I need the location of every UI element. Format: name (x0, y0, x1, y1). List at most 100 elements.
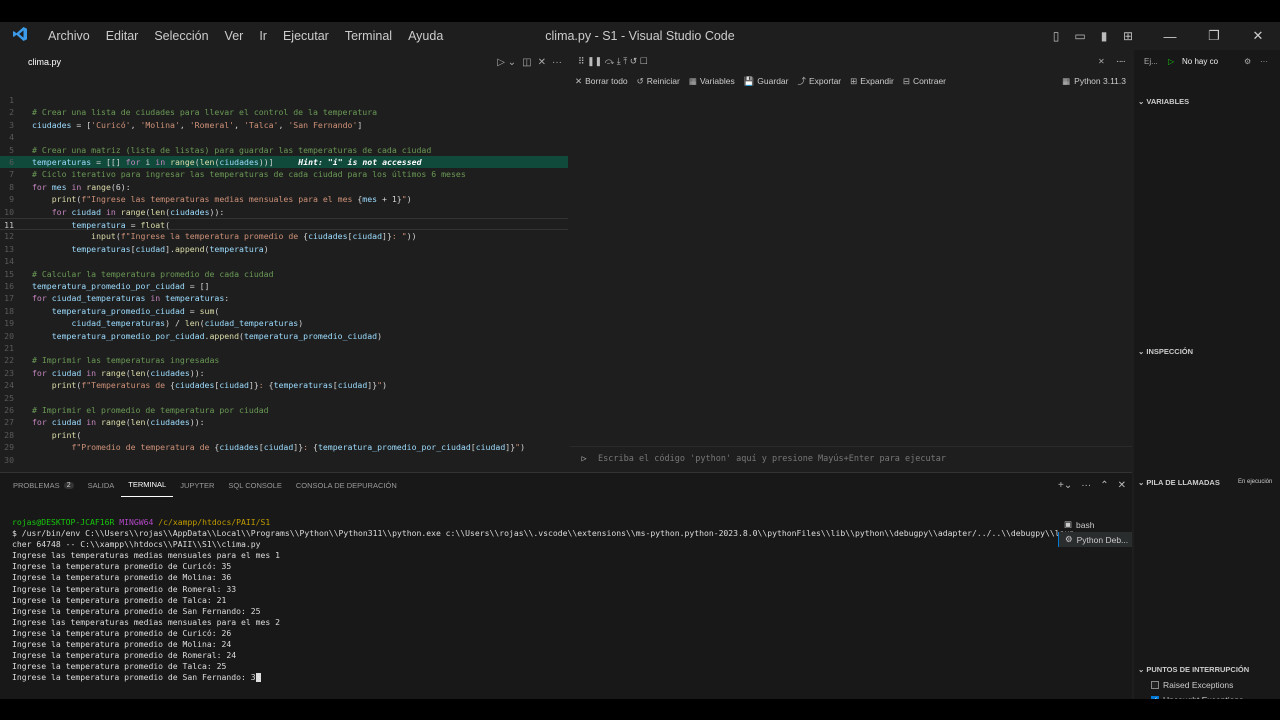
code-token: 'Molina' (140, 119, 180, 130)
code-token: print (51, 429, 77, 440)
tab-salida[interactable]: SALIDA (81, 473, 122, 497)
code-text: print(f"Temperaturas de {ciudades[ciudad… (32, 379, 387, 391)
close-window-button[interactable]: ✕ (1236, 22, 1280, 50)
panel-tab-label: JUPYTER (180, 480, 215, 490)
terminal-list-item[interactable]: ⚙ Python Deb... (1058, 532, 1132, 547)
terminal-command: $ /usr/bin/env C:\\Users\\rojas\\AppData… (12, 528, 1075, 539)
breakpoints-header: PUNTOS DE INTERRUPCIÓN (1146, 665, 1250, 674)
code-token: in (155, 157, 166, 167)
more-actions-icon[interactable]: ··· (552, 57, 562, 68)
code-token: , (234, 119, 244, 130)
tab-jupyter[interactable]: JUPYTER (173, 473, 221, 497)
debug-toolbar-icons[interactable]: ⠿ ❚❚ ⤼ ⤓ ⤒ ↺ ☐ (578, 56, 648, 67)
menu-item-ver[interactable]: Ver (217, 29, 252, 43)
code-token: f"Temperaturas de (81, 380, 171, 391)
menu-item-ayuda[interactable]: Ayuda (400, 29, 451, 43)
menu-item-ir[interactable]: Ir (251, 29, 275, 43)
toolbar-expandir-button[interactable]: ⊞ Expandir (850, 76, 894, 87)
toolbar-reiniciar-button[interactable]: ↺ Reiniciar (637, 76, 680, 87)
watch-section[interactable]: ⌄ INSPECCIÓN (1138, 347, 1193, 356)
menu-item-terminal[interactable]: Terminal (337, 29, 400, 43)
toolbar-label: Exportar (809, 76, 842, 86)
code-line: 9 print(f"Ingrese las temperaturas media… (0, 193, 568, 205)
code-token: # Ciclo iterativo para ingresar las temp… (32, 169, 466, 180)
interactive-input[interactable]: ▷ Escriba el código 'python' aquí y pres… (570, 446, 1132, 470)
customize-layout-icon[interactable]: ⊞ (1116, 22, 1140, 50)
run-python-icon[interactable]: ▷ ⌄ (497, 57, 516, 68)
toolbar-icon: ↺ (636, 75, 644, 86)
toolbar-guardar-button[interactable]: 💾 Guardar (744, 76, 789, 87)
toggle-secondary-sidebar-icon[interactable]: ▮ (1092, 22, 1116, 50)
tab-sql-console[interactable]: SQL CONSOLE (221, 473, 289, 497)
restore-button[interactable]: ❐ (1192, 22, 1236, 50)
breakpoint-checkbox[interactable]: ✓ (1151, 695, 1159, 699)
kernel-picker[interactable]: ▦ Python 3.11.3 (1062, 72, 1126, 90)
toolbar-icon: 💾 (743, 75, 755, 86)
terminal-line: Ingrese la temperatura promedio de San F… (12, 606, 1052, 617)
toggle-primary-sidebar-icon[interactable]: ▯ (1044, 22, 1068, 50)
terminal-text: Ingrese la temperatura promedio de Curic… (12, 561, 232, 572)
code-token: temperatura_promedio_por_ciudad (32, 281, 185, 291)
variables-section[interactable]: ⌄ VARIABLES (1138, 97, 1189, 106)
tab-consola-de-depuración[interactable]: CONSOLA DE DEPURACIÓN (289, 473, 404, 497)
code-token: ]} (248, 380, 259, 391)
toolbar-borrar-todo-button[interactable]: ✕ Borrar todo (575, 76, 628, 87)
start-debugging-icon[interactable]: ▷ (1168, 57, 1174, 66)
code-token: range (170, 157, 195, 167)
toolbar-exportar-button[interactable]: ⤴ Exportar (797, 75, 841, 87)
code-token: temperatura (71, 220, 126, 230)
debug-config-select[interactable]: No hay co (1182, 57, 1218, 66)
new-terminal-icon[interactable]: +⌄ (1058, 480, 1072, 491)
debug-settings-icon[interactable]: ⚙ (1244, 57, 1251, 66)
tab-clima-py[interactable]: clima.py (0, 50, 71, 74)
breakpoints-section[interactable]: ⌄ PUNTOS DE INTERRUPCIÓN (1138, 665, 1249, 674)
breakpoint-item[interactable]: ✓ Uncaught Exceptions (1151, 695, 1243, 699)
maximize-panel-icon[interactable]: ⌃ (1100, 480, 1108, 491)
toolbar-contraer-button[interactable]: ⊟ Contraer (903, 76, 946, 87)
panel-more-icon[interactable]: ··· (1081, 480, 1091, 491)
close-tab-icon[interactable]: ✕ (538, 57, 546, 68)
window-title: clima.py - S1 - Visual Studio Code (545, 29, 735, 43)
terminal-input-line: Ingrese la temperatura promedio de San F… (12, 672, 256, 683)
menu-item-ejecutar[interactable]: Ejecutar (275, 29, 337, 43)
close-panel-icon[interactable]: ✕ (1118, 480, 1126, 491)
code-text: temperaturas = [[] for i in range(len(ci… (32, 156, 422, 168)
terminal-line: cher 64748 -- C:\\xampp\\htdocs\\PAII\\S… (12, 539, 1052, 550)
code-token: ciudad (475, 442, 506, 453)
code-token: )): (189, 367, 205, 378)
execute-icon[interactable]: ▷ (570, 454, 598, 464)
line-number: 2 (9, 107, 14, 118)
code-text: ciudad_temperaturas) / len(ciudad_temper… (32, 317, 303, 329)
toggle-panel-icon[interactable]: ▭ (1068, 22, 1092, 50)
tab-problemas[interactable]: PROBLEMAS 2 (6, 473, 81, 497)
debug-short-label: Ej... (1144, 56, 1158, 66)
breakpoint-item[interactable]: Raised Exceptions (1151, 680, 1233, 690)
code-token: ciudades (32, 119, 72, 130)
split-editor-icon[interactable]: ◫ (522, 57, 531, 68)
call-stack-section[interactable]: ⌄ PILA DE LLAMADAS En ejecución (1138, 478, 1272, 487)
code-token: temperaturas (32, 157, 92, 167)
terminal-output[interactable]: rojas@DESKTOP-JCAF16R MINGW64 /c/xampp/h… (12, 517, 1074, 683)
interactive-window-more-icon[interactable]: ··· (1116, 57, 1124, 66)
breakpoint-checkbox[interactable] (1151, 681, 1159, 689)
menu-item-archivo[interactable]: Archivo (40, 29, 98, 43)
terminal-text: Ingrese la temperatura promedio de Molin… (12, 572, 232, 583)
line-number: 30 (4, 454, 14, 465)
code-token: ciudad_temperaturas (51, 293, 146, 304)
variables-header: VARIABLES (1146, 97, 1190, 106)
tab-terminal[interactable]: TERMINAL (121, 473, 174, 497)
menu-item-editar[interactable]: Editar (98, 29, 147, 43)
close-interactive-icon[interactable]: ✕ (1098, 57, 1105, 66)
code-line: 18 temperatura_promedio_ciudad = sum( (0, 305, 568, 317)
code-token: temperatura_promedio_por_ciudad (51, 330, 205, 341)
toolbar-variables-button[interactable]: ▦ Variables (689, 76, 735, 87)
terminal-icon: ▣ (1064, 519, 1073, 529)
menu-item-selección[interactable]: Selección (146, 29, 216, 43)
minimize-button[interactable]: — (1148, 22, 1192, 50)
code-editor[interactable]: 1 2 # Crear una lista de ciudades para lle… (0, 74, 568, 470)
terminal-list-item[interactable]: ▣ bash (1058, 517, 1132, 532)
debug-more-icon[interactable]: ··· (1260, 57, 1268, 66)
code-token: ))] (258, 157, 299, 167)
